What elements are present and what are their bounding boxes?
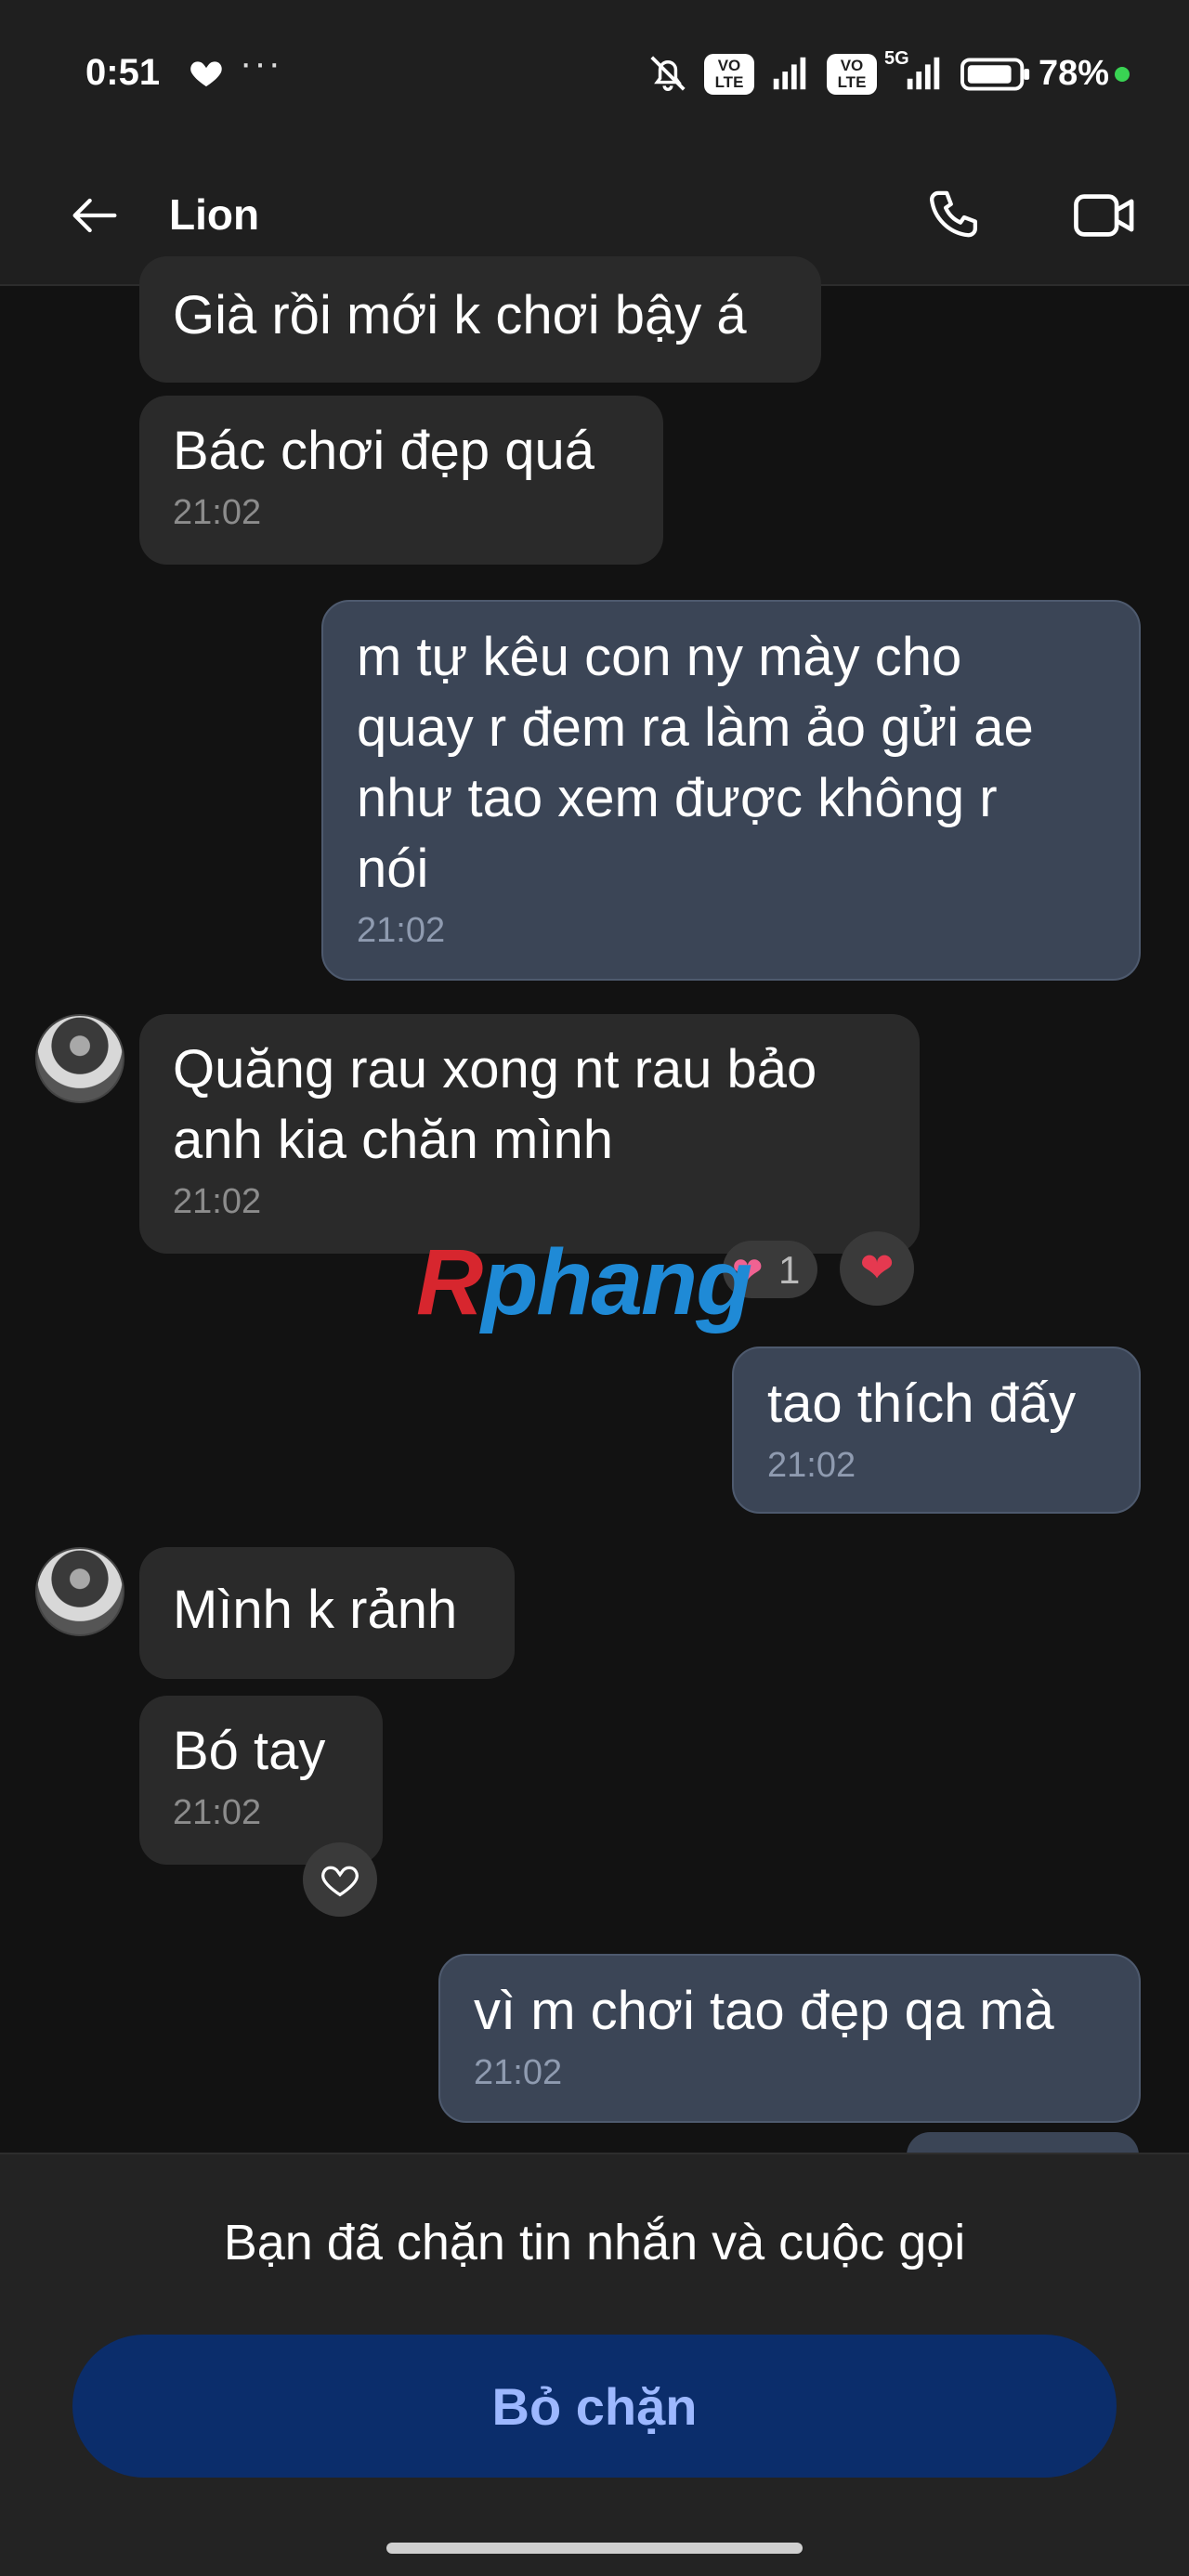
- message-text: m tự kêu con ny mày cho quay r đem ra là…: [357, 627, 1034, 899]
- heart-outline-icon: [321, 1866, 359, 1897]
- message-bubble-incoming[interactable]: Già rồi mới k chơi bậy á: [139, 256, 821, 383]
- message-bubble-incoming[interactable]: Quăng rau xong nt rau bảo anh kia chăn m…: [139, 1014, 920, 1254]
- message-text: Bác chơi đẹp quá: [173, 421, 595, 481]
- watermark-logo: Rphang: [416, 1230, 752, 1334]
- message-bubble-incoming[interactable]: Mình k rảnh: [139, 1547, 515, 1679]
- react-button[interactable]: ❤: [840, 1231, 914, 1306]
- mute-icon: [650, 56, 686, 91]
- message-bubble-outgoing[interactable]: vì m chơi tao đẹp qa mà 21:02: [438, 1954, 1141, 2123]
- privacy-indicator-dot: [1115, 67, 1130, 82]
- volte-badge: VO LTE: [704, 54, 754, 95]
- more-notifications-icon: ···: [240, 43, 282, 84]
- signal-icon-5g: [907, 57, 940, 90]
- react-button[interactable]: [303, 1842, 377, 1917]
- phone-call-icon[interactable]: [925, 184, 988, 247]
- message-bubble-outgoing[interactable]: tao thích đấy 21:02: [732, 1347, 1141, 1514]
- unblock-button[interactable]: Bỏ chặn: [72, 2335, 1117, 2478]
- volte-badge-2: VO LTE: [827, 54, 877, 95]
- message-text: Mình k rảnh: [173, 1580, 458, 1640]
- message-timestamp: 21:02: [767, 1446, 856, 1485]
- message-text: Quăng rau xong nt rau bảo anh kia chăn m…: [173, 1039, 817, 1170]
- message-timestamp: 21:02: [474, 2053, 563, 2092]
- message-bubble-incoming[interactable]: Bác chơi đẹp quá 21:02: [139, 396, 663, 565]
- heart-icon: [190, 61, 222, 86]
- contact-avatar[interactable]: [35, 1547, 124, 1636]
- message-timestamp: 21:02: [173, 493, 262, 532]
- back-arrow-icon[interactable]: [65, 186, 124, 245]
- message-timestamp: 21:02: [173, 1793, 262, 1832]
- signal-icon: [773, 57, 806, 90]
- battery-percentage: 78%: [1039, 54, 1110, 93]
- heart-reaction-icon: ❤: [859, 1245, 895, 1291]
- home-indicator[interactable]: [386, 2543, 803, 2554]
- message-text: vì m chơi tao đẹp qa mà: [474, 1981, 1054, 2041]
- blocked-notice: Bạn đã chặn tin nhắn và cuộc gọi: [223, 2215, 966, 2270]
- message-timestamp: 21:02: [357, 911, 446, 950]
- contact-avatar[interactable]: [35, 1014, 124, 1103]
- message-bubble-incoming[interactable]: Bó tay 21:02: [139, 1696, 383, 1865]
- message-text: Già rồi mới k chơi bậy á: [173, 285, 747, 345]
- status-time: 0:51: [85, 52, 161, 93]
- battery-icon: [960, 58, 1030, 91]
- contact-name[interactable]: Lion: [169, 189, 259, 240]
- video-call-icon[interactable]: [1072, 186, 1137, 245]
- reaction-count: 1: [778, 1248, 801, 1292]
- message-bubble-outgoing[interactable]: m tự kêu con ny mày cho quay r đem ra là…: [321, 600, 1141, 981]
- message-text: tao thích đấy: [767, 1373, 1077, 1434]
- message-timestamp: 21:02: [173, 1182, 262, 1221]
- message-text: Bó tay: [173, 1721, 326, 1781]
